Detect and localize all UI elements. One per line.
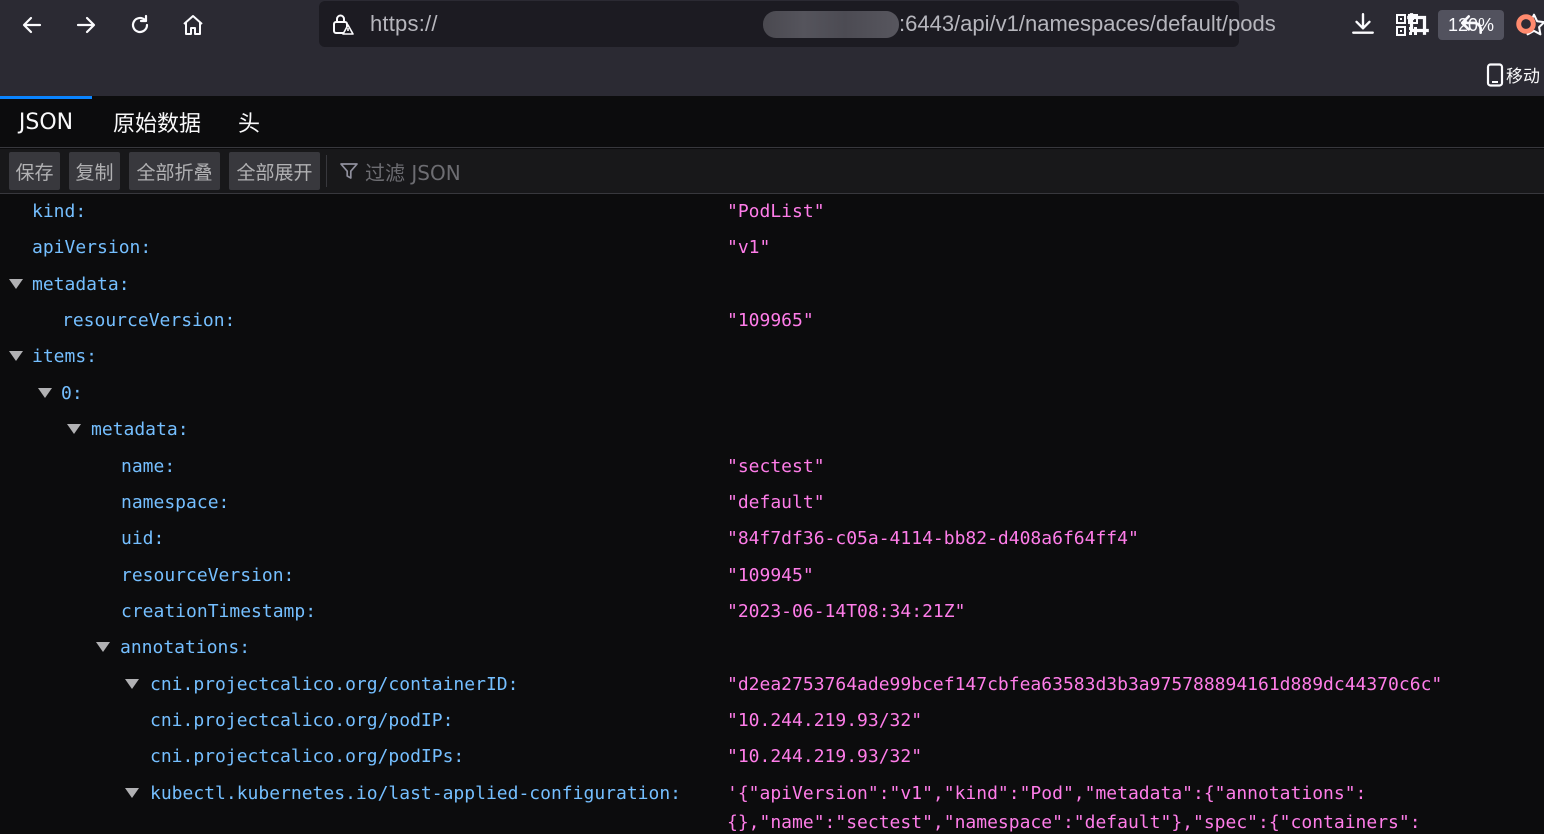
browser-toolbar: https:// :6443/api/v1/namespaces/default… <box>0 0 1544 96</box>
json-key: apiVersion: <box>32 237 152 258</box>
json-row[interactable]: cni.projectcalico.org/podIP: "10.244.219… <box>0 703 1544 739</box>
json-viewer-tabs: JSON 原始数据 头 <box>0 96 1544 148</box>
arrow-left-icon <box>22 16 42 34</box>
json-row[interactable]: resourceVersion: "109945" <box>0 558 1544 594</box>
expanded-triangle-icon[interactable] <box>96 642 110 652</box>
filter-icon <box>340 163 358 179</box>
json-row[interactable]: resourceVersion: "109965" <box>0 303 1544 339</box>
json-value: "d2ea2753764ade99bcef147cbfea63583d3b3a9… <box>727 674 1443 695</box>
download-icon[interactable] <box>1350 11 1376 37</box>
tab-raw-data[interactable]: 原始数据 <box>102 96 212 148</box>
json-key: uid: <box>121 528 165 549</box>
arrow-right-icon <box>76 16 96 34</box>
json-key: metadata: <box>32 274 130 295</box>
json-key: creationTimestamp: <box>121 601 317 622</box>
json-row[interactable]: annotations: <box>0 630 1544 666</box>
json-row[interactable]: cni.projectcalico.org/containerID: "d2ea… <box>0 667 1544 703</box>
json-value: "PodList" <box>727 201 825 222</box>
json-value: "10.244.219.93/32" <box>727 710 923 731</box>
json-key: 0: <box>61 383 83 404</box>
json-row[interactable]: metadata: <box>0 412 1544 448</box>
url-prefix: https:// <box>370 11 438 36</box>
json-row[interactable]: kind: "PodList" <box>0 194 1544 230</box>
json-row[interactable]: name: "sectest" <box>0 449 1544 485</box>
json-value: '{"apiVersion":"v1","kind":"Pod","metada… <box>727 783 1367 804</box>
json-key: resourceVersion: <box>62 310 236 331</box>
expanded-triangle-icon[interactable] <box>67 424 81 434</box>
undo-icon[interactable] <box>1459 11 1485 37</box>
json-key: name: <box>121 456 176 477</box>
toolbar-divider <box>326 155 327 187</box>
crop-icon[interactable] <box>1405 11 1431 37</box>
tab-headers[interactable]: 头 <box>226 96 272 148</box>
json-row[interactable]: namespace: "default" <box>0 485 1544 521</box>
json-value: "sectest" <box>727 456 825 477</box>
expanded-triangle-icon[interactable] <box>125 788 139 798</box>
collapse-all-button[interactable]: 全部折叠 <box>129 152 220 190</box>
url-host-redacted <box>763 11 899 38</box>
json-key: metadata: <box>91 419 189 440</box>
reload-icon <box>131 14 149 34</box>
save-button[interactable]: 保存 <box>9 152 60 190</box>
expanded-triangle-icon[interactable] <box>38 388 52 398</box>
json-row[interactable]: cni.projectcalico.org/podIPs: "10.244.21… <box>0 739 1544 775</box>
json-row[interactable]: uid: "84f7df36-c05a-4114-bb82-d408a6f64f… <box>0 521 1544 557</box>
json-key: kind: <box>32 201 87 222</box>
back-button[interactable] <box>14 8 50 42</box>
json-toolbar: 保存 复制 全部折叠 全部展开 过滤 JSON <box>0 149 1544 194</box>
json-row[interactable]: creationTimestamp: "2023-06-14T08:34:21Z… <box>0 594 1544 630</box>
json-value: "109965" <box>727 310 814 331</box>
json-value: "default" <box>727 492 825 513</box>
json-row[interactable]: items: <box>0 339 1544 375</box>
json-key: cni.projectcalico.org/podIP: <box>150 710 454 731</box>
url-path: :6443/api/v1/namespaces/default/pods <box>899 11 1276 36</box>
lock-warning-icon <box>333 14 354 35</box>
filter-json-input[interactable]: 过滤 JSON <box>339 152 461 190</box>
json-value-continuation: {},"name":"sectest","namespace":"default… <box>727 812 1421 833</box>
json-value: "10.244.219.93/32" <box>727 746 923 767</box>
json-value: "109945" <box>727 565 814 586</box>
expand-all-button[interactable]: 全部展开 <box>229 152 320 190</box>
json-row[interactable]: apiVersion: "v1" <box>0 230 1544 266</box>
reload-button[interactable] <box>122 8 158 42</box>
copy-button[interactable]: 复制 <box>69 152 120 190</box>
json-key: kubectl.kubernetes.io/last-applied-confi… <box>150 783 682 804</box>
expanded-triangle-icon[interactable] <box>125 679 139 689</box>
expanded-triangle-icon[interactable] <box>9 279 23 289</box>
filter-placeholder: 过滤 JSON <box>365 160 461 185</box>
forward-button[interactable] <box>68 8 104 42</box>
home-icon <box>183 15 203 35</box>
json-key: cni.projectcalico.org/podIPs: <box>150 746 465 767</box>
mobile-view-toggle[interactable]: 移动 <box>1486 62 1540 87</box>
json-row[interactable]: 0: <box>0 376 1544 412</box>
url-bar[interactable]: https:// :6443/api/v1/namespaces/default… <box>319 1 1544 47</box>
mobile-view-label: 移动 <box>1506 67 1540 87</box>
json-row[interactable]: kubectl.kubernetes.io/last-applied-confi… <box>0 776 1544 834</box>
json-value: "84f7df36-c05a-4114-bb82-d408a6f64ff4" <box>727 528 1139 549</box>
extension-icon[interactable] <box>1513 11 1539 37</box>
json-value: "v1" <box>727 237 771 258</box>
mobile-phone-icon <box>1486 62 1504 87</box>
json-key: annotations: <box>120 637 251 658</box>
json-tree: kind: "PodList" apiVersion: "v1" metadat… <box>0 194 1544 834</box>
json-key: namespace: <box>121 492 230 513</box>
home-button[interactable] <box>175 8 211 42</box>
json-key: cni.projectcalico.org/containerID: <box>150 674 519 695</box>
expanded-triangle-icon[interactable] <box>9 351 23 361</box>
json-key: resourceVersion: <box>121 565 295 586</box>
json-key: items: <box>32 346 98 367</box>
json-row[interactable]: metadata: <box>0 267 1544 303</box>
tab-json[interactable]: JSON <box>0 96 92 148</box>
json-value: "2023-06-14T08:34:21Z" <box>727 601 966 622</box>
